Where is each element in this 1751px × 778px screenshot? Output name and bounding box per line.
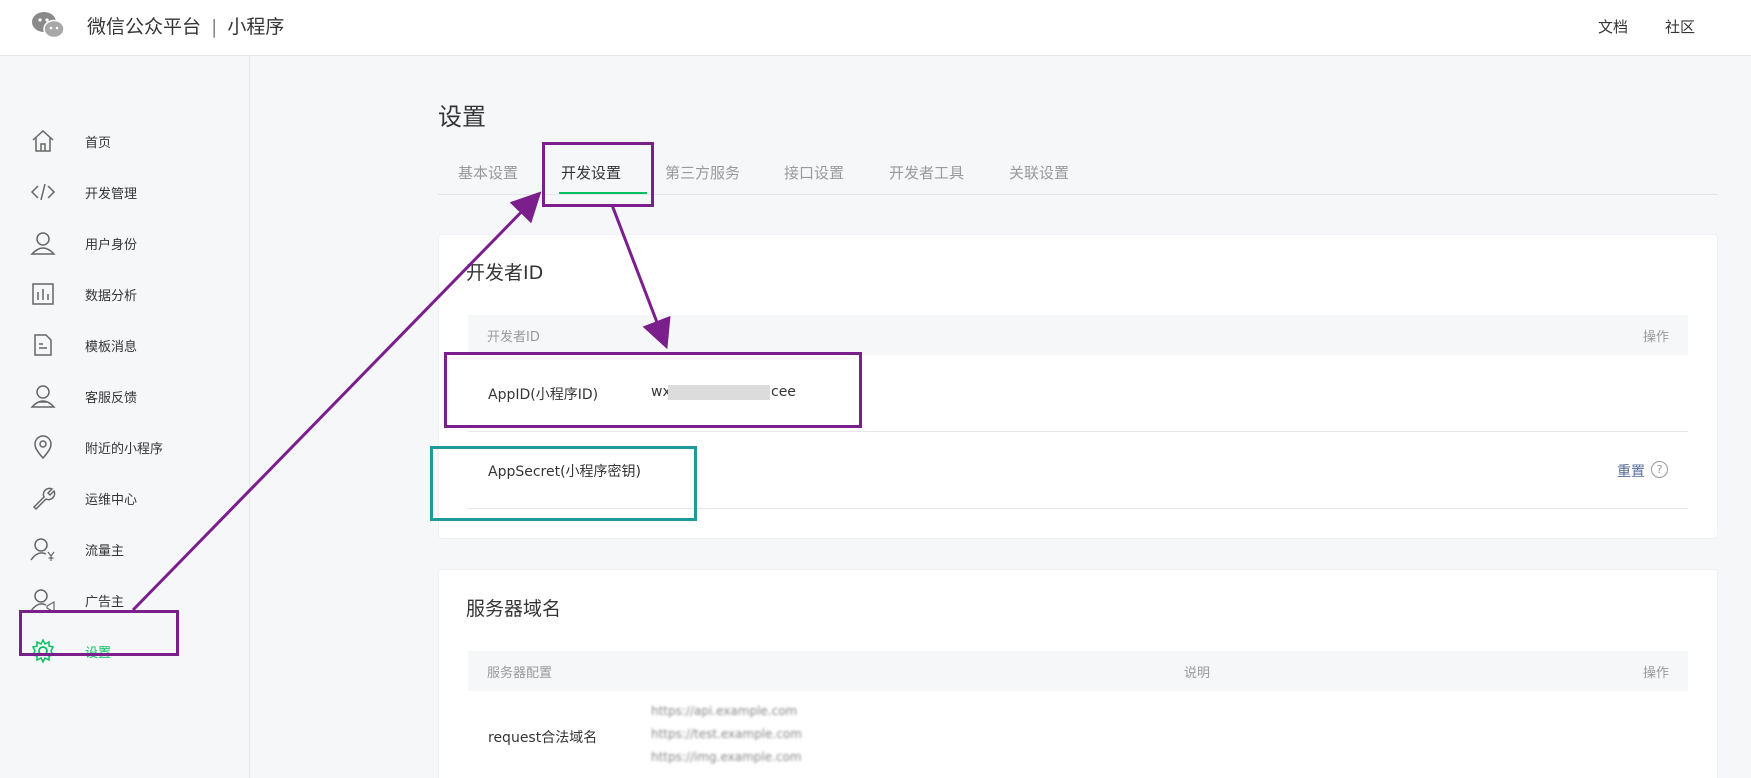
developer-id-card	[438, 234, 1718, 539]
column-header-action: 操作	[1642, 666, 1669, 681]
sidebar: 首页 开发管理 用户身份 数据分析 模板消息 客服反馈 附近的小程序 运维中心 …	[0, 56, 250, 778]
appid-redaction	[668, 385, 770, 400]
sidebar-item-template-message[interactable]: 模板消息	[0, 320, 249, 371]
sidebar-item-traffic-owner[interactable]: 流量主	[0, 524, 249, 575]
column-header-server-config: 服务器配置	[487, 666, 553, 681]
brand-name: 微信公众平台	[87, 16, 202, 38]
sidebar-item-settings[interactable]: 设置	[0, 626, 249, 677]
request-domain-value: https://api.example.com	[651, 704, 798, 718]
tab-association-settings[interactable]: 关联设置	[1009, 162, 1069, 183]
tab-basic-settings[interactable]: 基本设置	[458, 162, 518, 183]
sidebar-item-home[interactable]: 首页	[0, 116, 249, 167]
sidebar-item-advertiser[interactable]: 广告主	[0, 575, 249, 626]
page-title: 设置	[438, 103, 486, 131]
home-icon	[32, 129, 54, 152]
brand-separator: |	[211, 16, 218, 38]
sidebar-item-label: 开发管理	[85, 187, 138, 202]
server-domain-title: 服务器域名	[466, 598, 562, 620]
settings-tabs: 基本设置 开发设置 第三方服务 接口设置 开发者工具 关联设置	[438, 150, 1718, 195]
appid-suffix[interactable]: cee	[771, 384, 796, 400]
reset-secret-link[interactable]: 重置	[1617, 461, 1645, 481]
column-header-action: 操作	[1642, 330, 1669, 345]
sidebar-item-nearby-miniprogram[interactable]: 附近的小程序	[0, 422, 249, 473]
sidebar-item-dev-management[interactable]: 开发管理	[0, 167, 249, 218]
active-tab-indicator	[559, 192, 647, 194]
appid-label: AppID(小程序ID)	[488, 387, 599, 403]
column-header-description: 说明	[1184, 666, 1211, 681]
sidebar-item-customer-feedback[interactable]: 客服反馈	[0, 371, 249, 422]
product-name: 小程序	[227, 16, 285, 38]
tab-third-party-service[interactable]: 第三方服务	[665, 162, 740, 183]
sidebar-item-label: 模板消息	[85, 340, 138, 355]
sidebar-item-ops-center[interactable]: 运维中心	[0, 473, 249, 524]
wechat-logo-icon[interactable]	[30, 10, 66, 40]
user-icon	[30, 232, 56, 255]
sidebar-item-user-identity[interactable]: 用户身份	[0, 218, 249, 269]
user-megaphone-icon	[30, 589, 55, 613]
community-link[interactable]: 社区	[1665, 16, 1695, 37]
user-yen-icon	[30, 538, 55, 561]
tab-developer-tools[interactable]: 开发者工具	[889, 162, 964, 183]
table-row-divider	[468, 431, 1688, 432]
developer-id-title: 开发者ID	[466, 262, 544, 284]
brand-title[interactable]: 微信公众平台 | 小程序	[87, 12, 284, 39]
tab-interface-settings[interactable]: 接口设置	[784, 162, 844, 183]
column-header-developer-id: 开发者ID	[487, 330, 540, 345]
sidebar-item-label: 数据分析	[85, 289, 138, 304]
tab-dev-settings[interactable]: 开发设置	[561, 162, 621, 183]
request-domain-label: request合法域名	[488, 730, 598, 746]
sidebar-item-label: 客服反馈	[85, 391, 138, 406]
request-domain-value: https://img.example.com	[651, 750, 802, 764]
sidebar-item-data-analysis[interactable]: 数据分析	[0, 269, 249, 320]
table-row-divider	[468, 508, 1688, 509]
gear-icon	[31, 638, 55, 664]
sidebar-item-label: 流量主	[85, 544, 125, 559]
appsecret-label: AppSecret(小程序密钥)	[488, 464, 642, 480]
document-icon	[34, 334, 52, 356]
sidebar-item-label: 首页	[85, 136, 112, 151]
sidebar-item-label: 附近的小程序	[85, 442, 164, 457]
sidebar-item-label: 用户身份	[85, 238, 138, 253]
server-domain-table-header: 服务器配置 说明 操作	[468, 651, 1688, 691]
sidebar-item-label: 广告主	[85, 595, 125, 610]
location-pin-icon	[34, 435, 52, 460]
wrench-icon	[32, 487, 56, 511]
developer-id-table-header: 开发者ID 操作	[468, 315, 1688, 355]
bar-chart-icon	[32, 283, 54, 305]
request-domain-value: https://test.example.com	[651, 727, 802, 741]
service-user-icon	[30, 385, 56, 408]
help-icon[interactable]: ?	[1651, 461, 1668, 478]
code-icon	[30, 183, 56, 201]
top-header: 微信公众平台 | 小程序 文档 社区	[0, 0, 1751, 56]
sidebar-item-label: 设置	[85, 646, 112, 661]
sidebar-item-label: 运维中心	[85, 493, 138, 508]
docs-link[interactable]: 文档	[1598, 16, 1628, 37]
